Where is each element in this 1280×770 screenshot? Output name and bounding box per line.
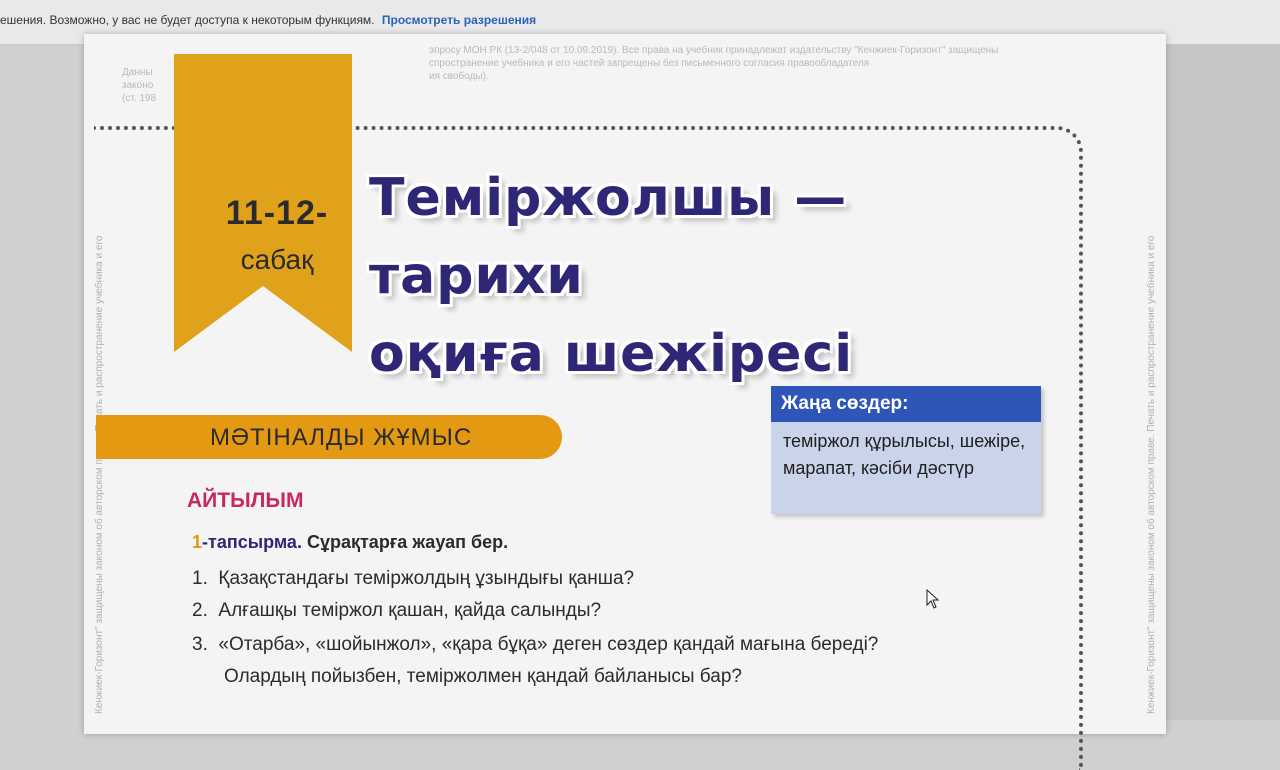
- question-number: 1.: [192, 568, 208, 589]
- copyright-notice: эпросу МОН РК (13-2/048 от 10.09.2019). …: [429, 44, 1189, 83]
- copyright-line: (ст. 198: [122, 93, 157, 104]
- task-heading: 1-тапсырма. Сұрақтарға жауап бер.: [192, 532, 508, 553]
- lesson-word: сабақ: [240, 244, 314, 275]
- new-words-heading: Жаңа сөздер:: [771, 386, 1041, 422]
- copyright-line: эпросу МОН РК (13-2/048 от 10.09.2019). …: [429, 45, 999, 56]
- copyright-line: законо: [122, 80, 154, 91]
- section-banner: МӘТІНАЛДЫ ЖҰМЫС: [96, 415, 562, 459]
- lesson-title-line-2: оқиға шежіресі: [369, 324, 854, 384]
- copyright-line: ия свободы).: [429, 71, 489, 82]
- lesson-title: Теміржолшы — тарихи оқиға шежіресі: [369, 159, 1069, 393]
- question-item: 1. Қазақстандағы теміржолдың ұзындығы қа…: [192, 568, 634, 590]
- task-instruction: Сұрақтарға жауап бер.: [306, 532, 509, 552]
- lesson-title-line-1: Теміржолшы — тарихи: [369, 168, 848, 306]
- new-words-content: теміржол құрылысы, шежіре, марапат, кәсі…: [783, 431, 1026, 478]
- question-text: «Отарба», «шойынжол», «қара бұқа» деген …: [218, 634, 879, 655]
- copyright-line: спространение учебника и его частей запр…: [429, 58, 870, 69]
- speaking-heading: АЙТЫЛЫМ: [187, 489, 304, 512]
- question-number: 3.: [192, 634, 208, 655]
- question-text: Қазақстандағы теміржолдың ұзындығы қанша…: [218, 568, 635, 589]
- infobar-text: ешения. Возможно, у вас не будет доступа…: [0, 13, 375, 27]
- section-label: МӘТІНАЛДЫ ЖҰМЫС: [210, 424, 473, 451]
- vertical-copyright-right: Кенжиек-Горизонт" защищены законом об ав…: [1146, 235, 1157, 714]
- copyright-notice-left: Данны законо (ст. 198: [122, 66, 182, 105]
- viewer-right-margin: [1165, 44, 1280, 720]
- question-item: 2. Алғашқы теміржол қашан, қайда салынды…: [192, 600, 601, 622]
- new-words-box: Жаңа сөздер: теміржол құрылысы, шежіре, …: [771, 386, 1041, 514]
- question-text: Алғашқы теміржол қашан, қайда салынды?: [218, 600, 602, 621]
- mouse-cursor-icon: [926, 589, 940, 609]
- lesson-number: 11-12-: [225, 194, 329, 232]
- textbook-page: эпросу МОН РК (13-2/048 от 10.09.2019). …: [84, 34, 1166, 770]
- copyright-line: Данны: [122, 67, 153, 78]
- task-label: -тапсырма.: [202, 532, 302, 552]
- question-continuation: Олардың пойызбен, теміржолмен қандай бай…: [224, 666, 742, 687]
- question-number: 2.: [192, 600, 208, 621]
- question-item: 3. «Отарба», «шойынжол», «қара бұқа» дег…: [192, 634, 878, 656]
- task-number: 1: [192, 532, 203, 552]
- view-permissions-link[interactable]: Просмотреть разрешения: [382, 13, 536, 27]
- infobar-message: ешения. Возможно, у вас не будет доступа…: [0, 13, 536, 27]
